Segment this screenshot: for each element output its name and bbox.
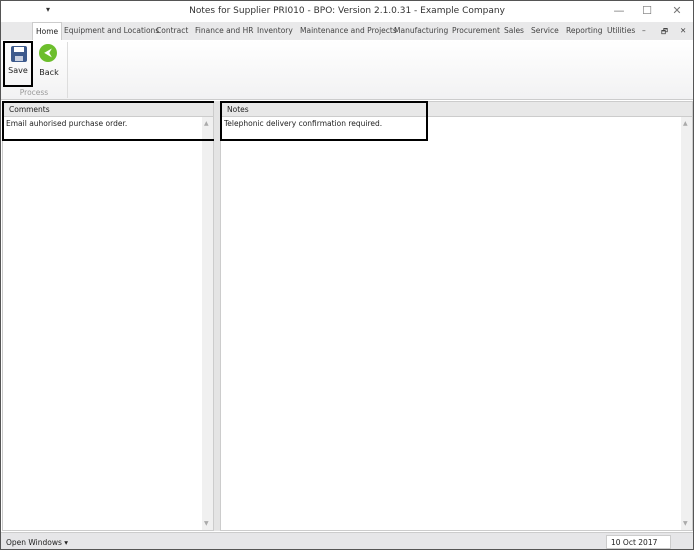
tab-utilities[interactable]: Utilities [607, 26, 635, 35]
date-field[interactable]: 10 Oct 2017 [606, 535, 671, 549]
minimize-button[interactable]: — [609, 4, 629, 17]
tab-maintenance-and-projects[interactable]: Maintenance and Projects [300, 26, 397, 35]
notes-scrollbar[interactable]: ▲ ▼ [681, 117, 692, 530]
status-bar: Open Windows ▾ 10 Oct 2017 [1, 532, 693, 549]
tab-reporting[interactable]: Reporting [566, 26, 602, 35]
back-arrow-icon: ⮜ [39, 44, 57, 62]
tab-equipment-and-locations[interactable]: Equipment and Locations [64, 26, 159, 35]
mdi-restore-button[interactable]: 🗗 [661, 26, 668, 39]
tab-finance-and-hr[interactable]: Finance and HR [195, 26, 253, 35]
save-label: Save [8, 66, 28, 75]
floppy-disk-icon [11, 46, 27, 62]
mdi-minimize-button[interactable]: – [642, 26, 646, 35]
save-button[interactable]: Save [3, 41, 33, 87]
open-windows-menu[interactable]: Open Windows ▾ [6, 538, 68, 547]
tab-sales[interactable]: Sales [504, 26, 524, 35]
back-button[interactable]: ⮜ Back [34, 41, 64, 87]
tab-service[interactable]: Service [531, 26, 559, 35]
tab-home[interactable]: Home [32, 22, 63, 40]
notes-panel: Notes Telephonic delivery confirmation r… [220, 101, 693, 531]
tab-procurement[interactable]: Procurement [452, 26, 500, 35]
quick-access-dropdown[interactable]: ▾ [46, 5, 50, 14]
tab-contract[interactable]: Contract [156, 26, 188, 35]
notes-highlight [220, 101, 428, 141]
ribbon-tabs: Home Equipment and Locations Contract Fi… [1, 22, 693, 40]
comments-highlight [2, 101, 216, 141]
comments-scrollbar[interactable]: ▲ ▼ [202, 117, 213, 530]
tab-inventory[interactable]: Inventory [257, 26, 293, 35]
close-button[interactable]: ✕ [667, 4, 687, 17]
back-label: Back [39, 68, 59, 77]
ribbon: Save ⮜ Back Process [1, 40, 693, 100]
mdi-close-button[interactable]: ✕ [680, 26, 686, 35]
comments-panel: Comments Email auhorised purchase order.… [2, 101, 216, 531]
ribbon-group-process: Process [19, 88, 49, 97]
group-divider [67, 42, 68, 98]
window-title: Notes for Supplier PRI010 - BPO: Version… [189, 6, 505, 16]
maximize-button[interactable]: ☐ [637, 4, 657, 17]
title-bar: Notes for Supplier PRI010 - BPO: Version… [1, 1, 693, 22]
tab-manufacturing[interactable]: Manufacturing [394, 26, 448, 35]
